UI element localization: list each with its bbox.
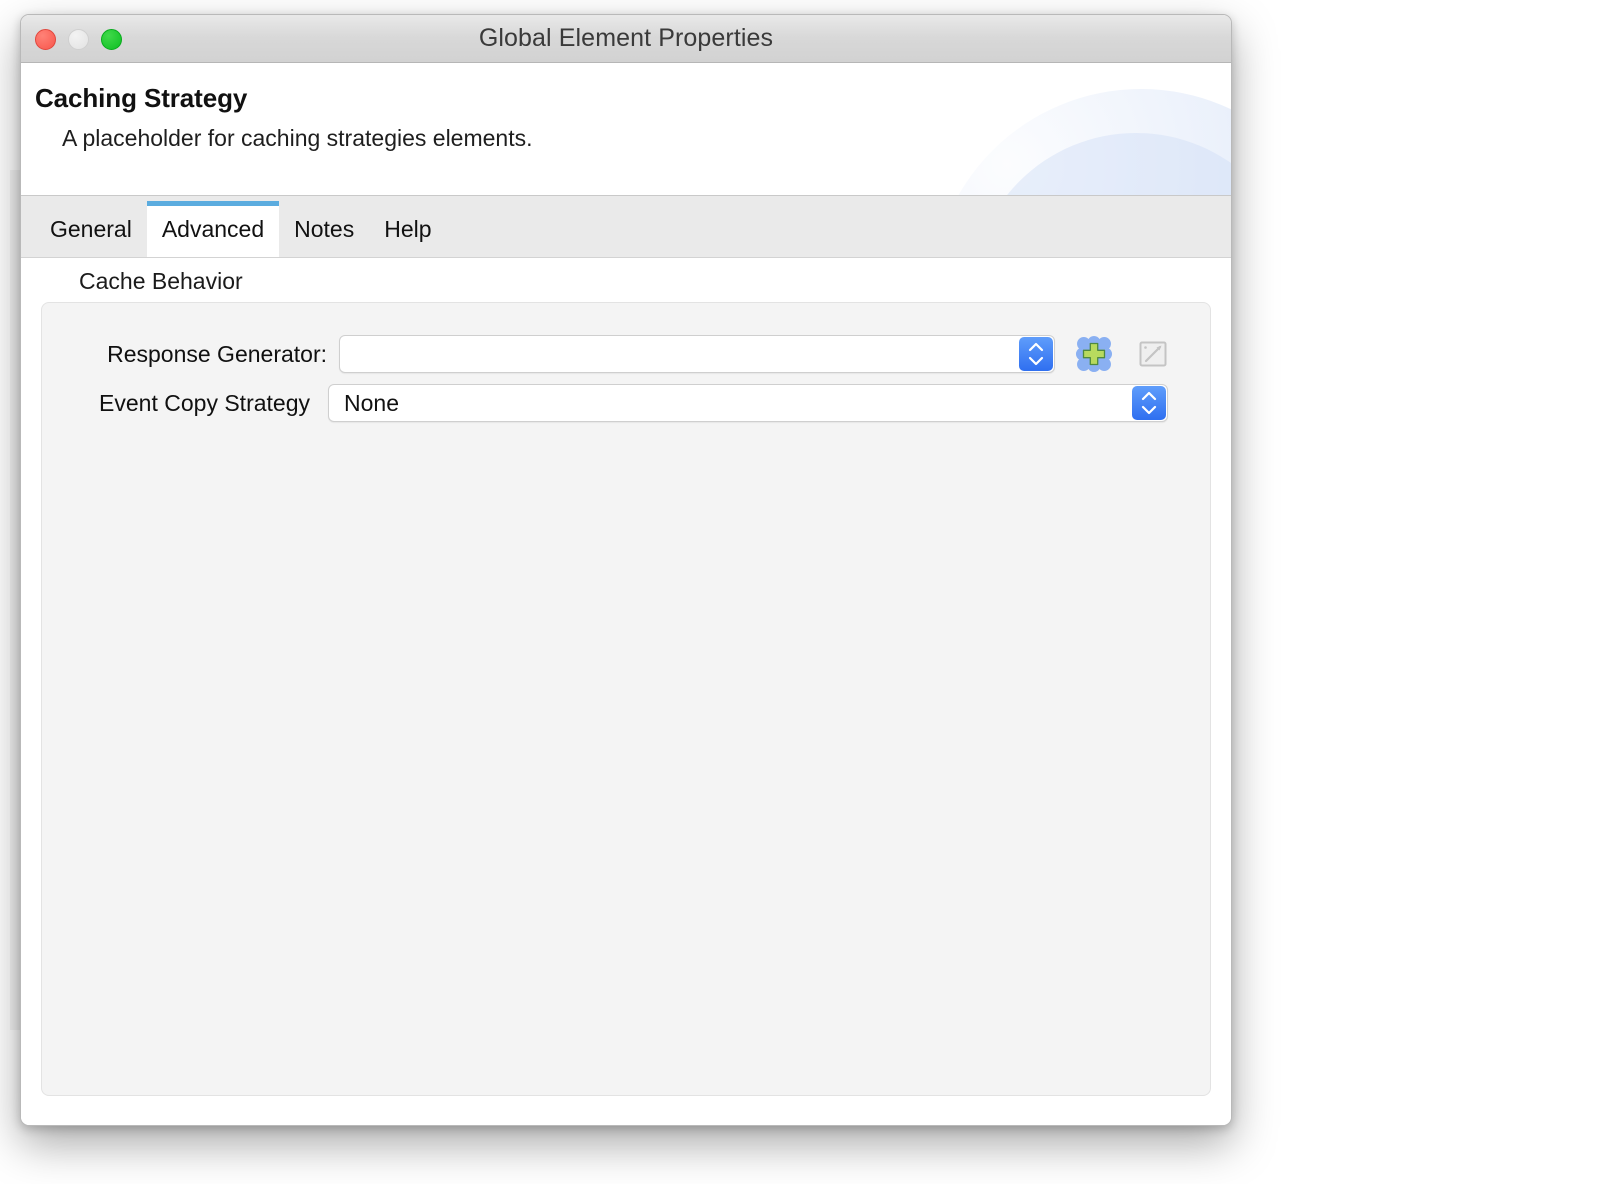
- field-row-event-copy-strategy: Event Copy Strategy None: [42, 384, 1210, 422]
- add-response-generator-button[interactable]: [1073, 333, 1115, 375]
- plus-icon: [1074, 334, 1114, 374]
- window-controls: [35, 15, 122, 63]
- header-decoration-swoosh: [931, 89, 1231, 196]
- tab-help[interactable]: Help: [369, 201, 446, 257]
- tab-label: Advanced: [162, 216, 264, 243]
- event-copy-strategy-stepper[interactable]: [1132, 386, 1166, 420]
- tab-label: General: [50, 216, 132, 243]
- close-button[interactable]: [35, 29, 56, 50]
- edit-pencil-icon: [1137, 337, 1171, 371]
- window-title: Global Element Properties: [21, 24, 1231, 53]
- maximize-button[interactable]: [101, 29, 122, 50]
- header-decoration-swoosh-inner: [971, 133, 1231, 196]
- tab-advanced[interactable]: Advanced: [147, 201, 279, 257]
- window-titlebar[interactable]: Global Element Properties: [21, 15, 1231, 63]
- event-copy-strategy-combo[interactable]: None: [328, 384, 1168, 422]
- desktop-backdrop: Global Element Properties Caching Strate…: [0, 0, 1618, 1184]
- event-copy-strategy-value[interactable]: None: [329, 390, 1132, 417]
- field-row-response-generator: Response Generator:: [42, 333, 1210, 375]
- tab-label: Help: [384, 216, 431, 243]
- edit-response-generator-button: [1133, 333, 1175, 375]
- page-title: Caching Strategy: [35, 83, 247, 114]
- tab-label: Notes: [294, 216, 354, 243]
- page-subtitle: A placeholder for caching strategies ele…: [62, 125, 533, 152]
- minimize-button[interactable]: [68, 29, 89, 50]
- cache-behavior-group-panel: Response Generator:: [41, 302, 1211, 1096]
- tab-bar: General Advanced Notes Help: [21, 196, 1231, 258]
- event-copy-strategy-label: Event Copy Strategy: [42, 390, 310, 417]
- global-element-properties-dialog: Global Element Properties Caching Strate…: [20, 14, 1232, 1126]
- response-generator-combo[interactable]: [339, 335, 1055, 373]
- response-generator-label: Response Generator:: [42, 341, 327, 368]
- tab-notes[interactable]: Notes: [279, 201, 369, 257]
- section-title-cache-behavior: Cache Behavior: [79, 268, 243, 295]
- tab-general[interactable]: General: [35, 201, 147, 257]
- dialog-header: Caching Strategy A placeholder for cachi…: [21, 63, 1231, 196]
- tab-panel-advanced: Cache Behavior Response Generator:: [21, 258, 1231, 1126]
- response-generator-stepper[interactable]: [1019, 337, 1053, 371]
